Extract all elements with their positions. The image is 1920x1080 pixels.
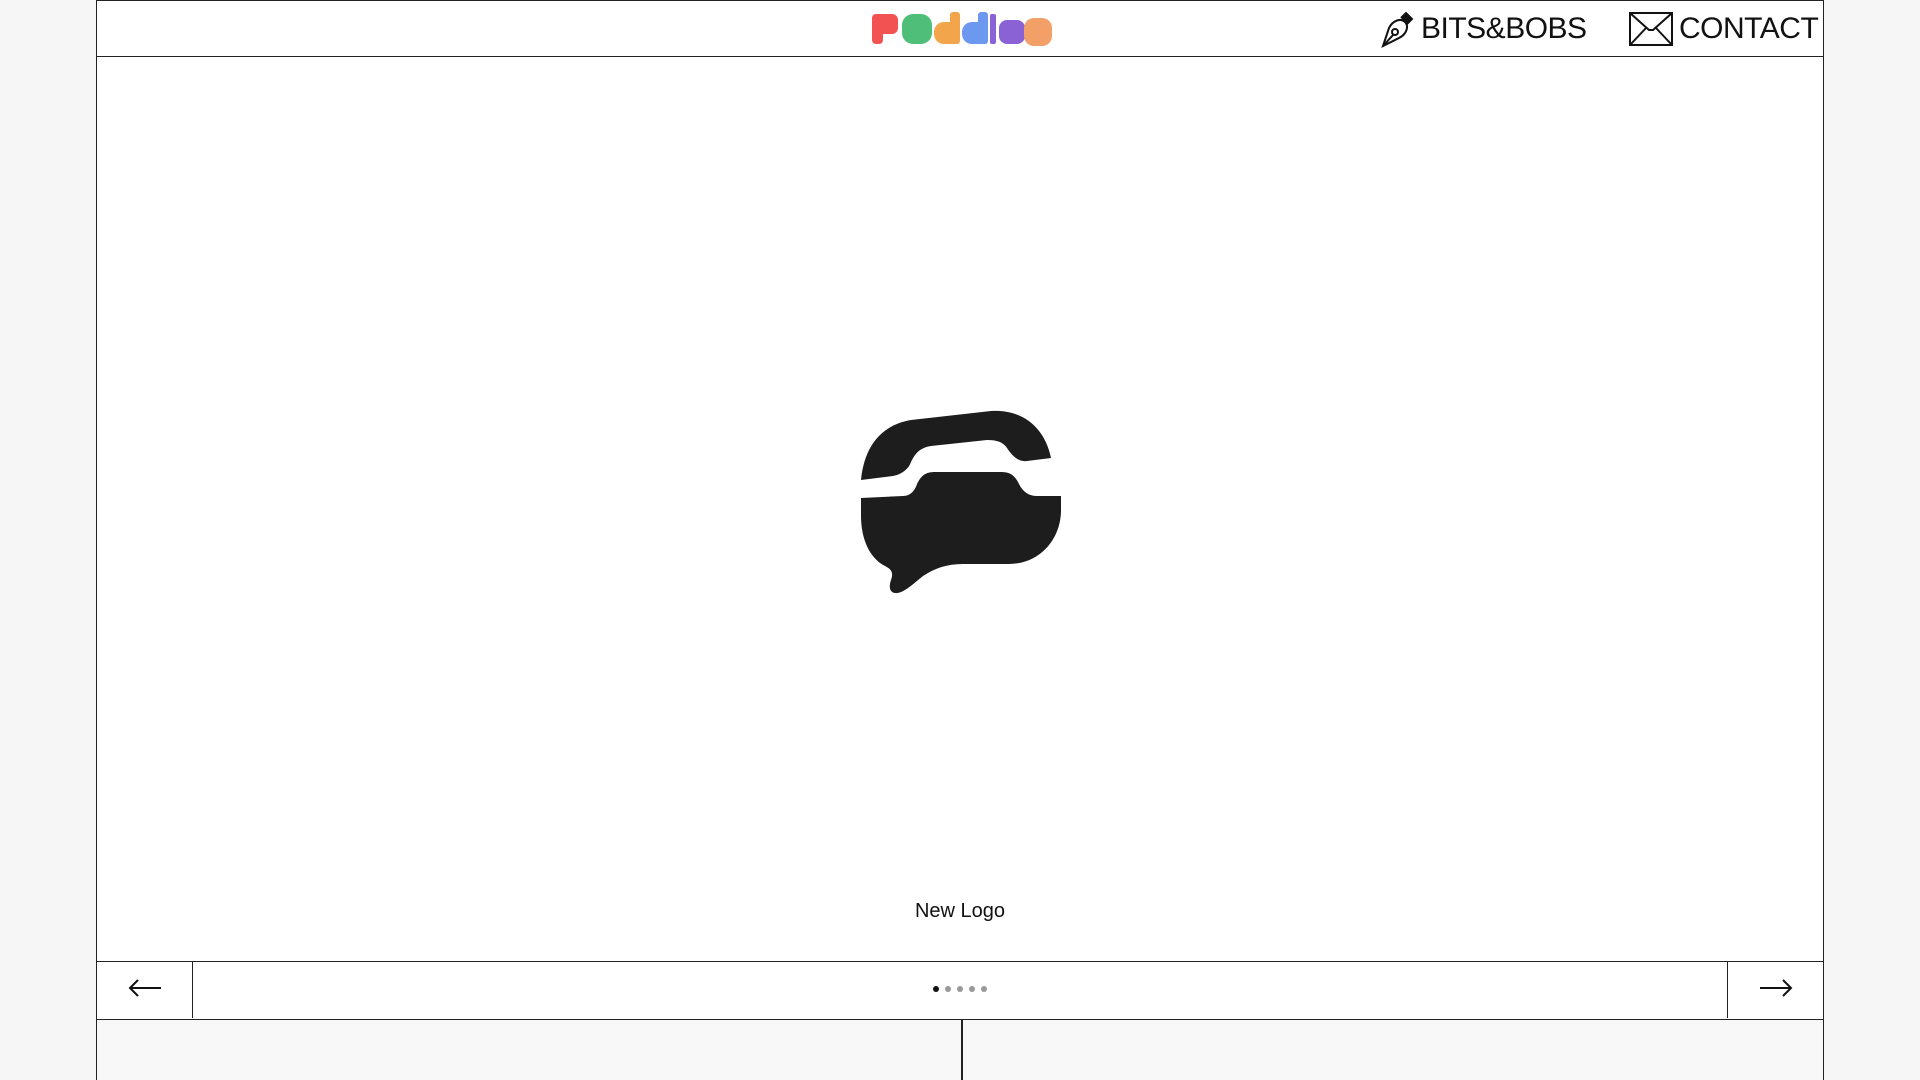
- envelope-icon: [1629, 12, 1673, 46]
- pagination-dot-4[interactable]: [969, 986, 975, 992]
- pagination-dot-1[interactable]: [933, 986, 939, 992]
- nav-bits-label: BITS&BOBS: [1421, 12, 1587, 45]
- pagination-dot-2[interactable]: [945, 986, 951, 992]
- carousel-controls: [97, 961, 1823, 1020]
- nav-contact[interactable]: CONTACT: [1629, 1, 1819, 57]
- slide-stage: New Logo: [97, 57, 1823, 961]
- next-slide-button[interactable]: [1727, 962, 1823, 1018]
- pen-nib-icon: [1375, 8, 1415, 50]
- pagination-dot-3[interactable]: [957, 986, 963, 992]
- slide-pagination: [97, 986, 1823, 992]
- brand-logo[interactable]: [872, 12, 1052, 46]
- footer-panels: [97, 1020, 1823, 1080]
- slide-caption: New Logo: [914, 900, 1006, 922]
- nav-bits-and-bobs[interactable]: BITS&BOBS: [1375, 1, 1587, 57]
- nav-contact-label: CONTACT: [1679, 12, 1819, 45]
- pagination-dot-5[interactable]: [981, 986, 987, 992]
- page-frame: BITS&BOBS CONTACT New Logo: [96, 0, 1824, 1080]
- arrow-right-icon: [1758, 978, 1794, 1003]
- footer-divider: [961, 1020, 963, 1080]
- phone-chat-logo-icon: [859, 410, 1063, 600]
- site-header: BITS&BOBS CONTACT: [97, 0, 1823, 57]
